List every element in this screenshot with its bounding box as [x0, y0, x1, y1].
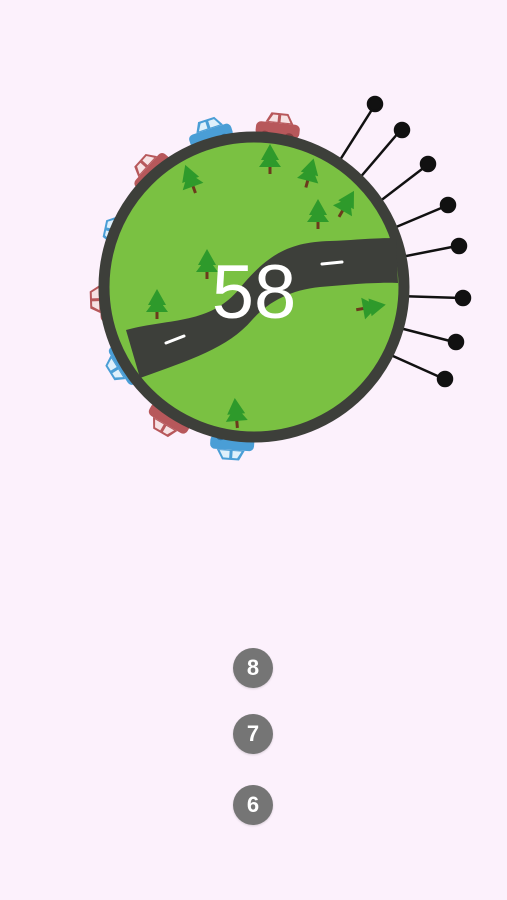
- pin-icon: [383, 350, 454, 388]
- level-counter: 58: [212, 250, 297, 335]
- queue-ball-next: 8: [233, 648, 273, 688]
- pin-icon: [338, 95, 384, 161]
- pin-icon: [357, 121, 411, 181]
- planet-icon[interactable]: 58: [98, 131, 410, 443]
- pin-icon: [388, 196, 457, 232]
- queue-ball-third: 6: [233, 785, 273, 825]
- pin-icon: [374, 155, 437, 206]
- queue-ball-second: 7: [233, 714, 273, 754]
- game-stage[interactable]: 58: [0, 0, 507, 900]
- pin-icon: [395, 237, 468, 260]
